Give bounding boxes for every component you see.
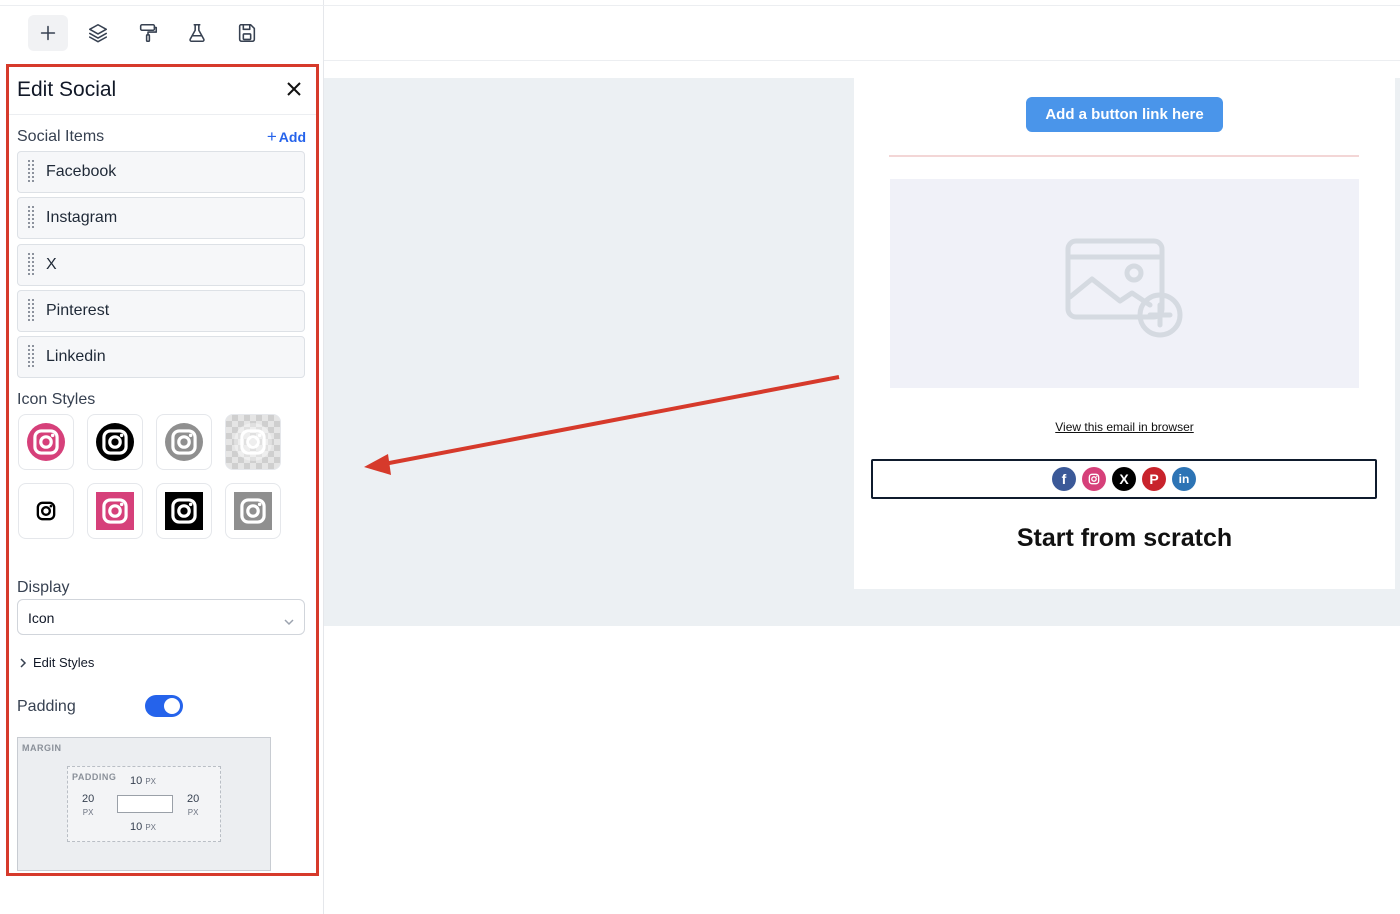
content-box: [117, 795, 173, 813]
cta-button[interactable]: Add a button link here: [1026, 97, 1223, 132]
pinterest-icon[interactable]: P: [1142, 467, 1166, 491]
drag-handle-icon[interactable]: [28, 252, 36, 277]
add-element-button[interactable]: [28, 15, 68, 51]
panel-title: Edit Social: [17, 78, 117, 101]
drag-handle-icon[interactable]: [28, 345, 36, 369]
drag-handle-icon[interactable]: [28, 298, 36, 323]
editor-toolbar: [0, 0, 324, 60]
padding-box-label: PADDING: [72, 772, 117, 782]
image-placeholder[interactable]: [890, 179, 1359, 388]
padding-right-value[interactable]: 20 PX: [187, 793, 199, 819]
layers-icon: [88, 23, 108, 43]
instagram-icon: [234, 423, 272, 461]
instagram-icon[interactable]: [1082, 467, 1106, 491]
padding-label: Padding: [17, 698, 76, 715]
instagram-icon: [96, 423, 134, 461]
icon-style-option[interactable]: [18, 414, 74, 470]
icon-style-option[interactable]: [225, 414, 281, 470]
close-button[interactable]: [284, 79, 304, 99]
add-social-item-button[interactable]: + Add: [266, 127, 306, 146]
save-icon: [238, 23, 256, 43]
icon-style-option[interactable]: [87, 483, 143, 539]
add-icon: [40, 25, 56, 41]
chevron-right-icon: [20, 657, 27, 668]
styles-button[interactable]: [128, 15, 168, 51]
instagram-icon: [234, 492, 272, 530]
edit-social-panel: Edit Social Social Items + Add Facebook I…: [6, 64, 319, 876]
padding-left-value[interactable]: 20 PX: [82, 793, 94, 819]
test-button[interactable]: [177, 15, 217, 51]
instagram-icon: [96, 492, 134, 530]
padding-box: PADDING 10 PX 20 PX 20 PX 10 PX: [67, 766, 221, 842]
x-icon[interactable]: X: [1112, 467, 1136, 491]
padding-toggle[interactable]: [145, 695, 183, 717]
padding-top-value[interactable]: 10 PX: [130, 775, 156, 788]
icon-style-option[interactable]: [156, 483, 212, 539]
social-item-label: X: [46, 255, 57, 273]
email-headline[interactable]: Start from scratch: [854, 524, 1395, 553]
edit-styles-toggle[interactable]: Edit Styles: [19, 655, 94, 670]
plus-icon: +: [266, 127, 277, 146]
view-in-browser-link[interactable]: View this email in browser: [854, 420, 1395, 434]
paint-roller-icon: [139, 23, 158, 43]
add-image-icon: [1065, 238, 1183, 338]
instagram-icon: [36, 501, 56, 521]
social-item-pinterest[interactable]: Pinterest: [17, 289, 305, 332]
icon-styles-label: Icon Styles: [17, 391, 96, 408]
layers-button[interactable]: [78, 15, 118, 51]
left-sidebar: Edit Social Social Items + Add Facebook I…: [0, 0, 324, 914]
social-item-instagram[interactable]: Instagram: [17, 197, 305, 240]
display-select[interactable]: Icon: [17, 599, 305, 635]
drag-handle-icon[interactable]: [28, 160, 36, 184]
icon-style-option[interactable]: [156, 414, 212, 470]
social-item-label: Pinterest: [46, 301, 110, 319]
panel-header: Edit Social: [9, 67, 316, 115]
close-icon: [287, 82, 301, 96]
social-item-label: Linkedin: [46, 348, 106, 366]
drag-handle-icon[interactable]: [28, 206, 36, 230]
linkedin-icon[interactable]: in: [1172, 467, 1196, 491]
social-item-linkedin[interactable]: Linkedin: [17, 336, 305, 379]
icon-style-option[interactable]: [18, 483, 74, 539]
social-item-facebook[interactable]: Facebook: [17, 151, 305, 193]
canvas-header: [324, 0, 1400, 61]
display-select-value: Icon: [28, 610, 55, 626]
instagram-icon: [27, 423, 65, 461]
flask-icon: [189, 23, 205, 43]
save-button[interactable]: [227, 15, 267, 51]
social-item-label: Instagram: [46, 209, 118, 227]
icon-style-option[interactable]: [225, 483, 281, 539]
display-label: Display: [17, 579, 70, 596]
instagram-icon: [165, 423, 203, 461]
edit-styles-label: Edit Styles: [33, 655, 95, 670]
divider: [889, 155, 1359, 157]
chevron-down-icon: [284, 613, 294, 631]
instagram-icon: [165, 492, 203, 530]
social-items-label: Social Items: [17, 128, 105, 145]
icon-style-option[interactable]: [87, 414, 143, 470]
margin-box: MARGIN PADDING 10 PX 20 PX 20 PX 10 PX: [17, 737, 271, 871]
social-item-x[interactable]: X: [17, 243, 305, 286]
social-icons-block[interactable]: f X Pin: [871, 459, 1377, 499]
facebook-icon[interactable]: f: [1052, 467, 1076, 491]
social-item-label: Facebook: [46, 163, 117, 180]
padding-bottom-value[interactable]: 10 PX: [130, 821, 156, 834]
toggle-knob: [164, 698, 180, 714]
margin-label: MARGIN: [22, 743, 62, 753]
add-label: Add: [278, 129, 306, 145]
